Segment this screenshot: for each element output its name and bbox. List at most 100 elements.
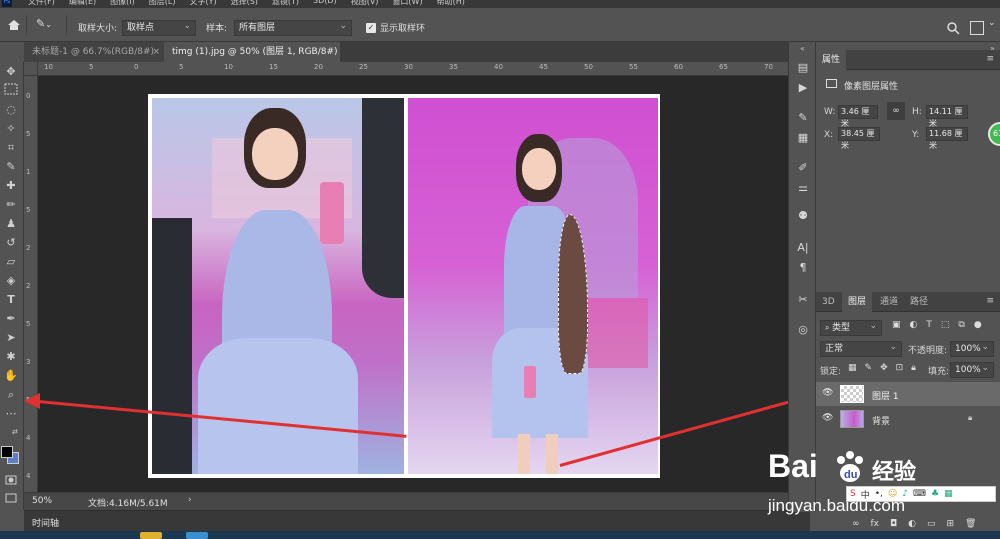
ime-skin-icon[interactable]: ♣ bbox=[931, 489, 939, 499]
ime-emoji-icon[interactable]: ☺ bbox=[888, 489, 897, 499]
menu-item[interactable]: 窗口(W) bbox=[392, 0, 422, 7]
marquee-tool-icon[interactable] bbox=[3, 83, 19, 99]
taskbar-app-icon[interactable] bbox=[186, 532, 208, 539]
brush-settings-icon[interactable]: ⚌ bbox=[795, 180, 811, 196]
swatches-panel-icon[interactable]: ▦ bbox=[795, 130, 811, 146]
menu-item[interactable]: 文件(F) bbox=[28, 0, 55, 7]
ime-punct-icon[interactable]: •, bbox=[875, 489, 883, 499]
eraser-tool-icon[interactable]: ▱ bbox=[3, 254, 19, 270]
clone-stamp-tool-icon[interactable]: ♟ bbox=[3, 216, 19, 232]
tools-preset-icon[interactable]: ✂ bbox=[795, 292, 811, 308]
h-field[interactable]: 14.11 厘米 bbox=[926, 105, 968, 128]
x-field[interactable]: 38.45 厘米 bbox=[838, 127, 880, 150]
panel-menu-icon[interactable]: ≡ bbox=[986, 296, 994, 306]
blend-mode-select[interactable]: 正常 bbox=[820, 340, 902, 357]
brushes-panel-icon[interactable]: ✐ bbox=[795, 160, 811, 176]
filter-adjust-icon[interactable]: ◐ bbox=[910, 320, 918, 330]
taskbar-app-icon[interactable] bbox=[140, 532, 162, 539]
menu-item[interactable]: 图像(I) bbox=[110, 0, 135, 7]
status-badge[interactable]: 63 bbox=[988, 122, 1000, 146]
screen-mode-icon[interactable] bbox=[3, 492, 19, 508]
add-mask-icon[interactable]: ◘ bbox=[890, 519, 897, 529]
foreground-color-swatch[interactable] bbox=[1, 446, 13, 458]
lasso-tool-icon[interactable]: ◌ bbox=[3, 102, 19, 118]
tab-untitled[interactable]: 未标题-1 @ 66.7%(RGB/8#) × bbox=[24, 42, 164, 62]
ime-lang-icon[interactable]: 中 bbox=[861, 488, 870, 501]
menu-item[interactable]: 视图(V) bbox=[351, 0, 379, 7]
paint-bucket-tool-icon[interactable]: ◈ bbox=[3, 273, 19, 289]
adjustment-layer-icon[interactable]: ◐ bbox=[908, 519, 916, 529]
lock-move-icon[interactable]: ✥ bbox=[880, 363, 888, 373]
eyedropper-tool-icon[interactable]: ✎ bbox=[3, 159, 19, 175]
tab-3d[interactable]: 3D bbox=[816, 292, 841, 312]
close-icon[interactable]: × bbox=[152, 42, 160, 62]
paragraph-panel-icon[interactable]: ¶ bbox=[795, 260, 811, 276]
swap-colors-icon[interactable]: ⇄ bbox=[12, 428, 18, 436]
filter-type-icon[interactable]: T bbox=[926, 320, 932, 330]
filter-toggle-icon[interactable]: ● bbox=[974, 320, 982, 330]
menu-item[interactable]: 选择(S) bbox=[231, 0, 258, 7]
filter-smart-icon[interactable]: ⧉ bbox=[958, 320, 964, 330]
fx-icon[interactable]: fx bbox=[871, 519, 880, 529]
filter-shape-icon[interactable]: ⬚ bbox=[941, 320, 950, 330]
link-layers-icon[interactable]: ∞ bbox=[852, 519, 860, 529]
menu-item[interactable]: 帮助(H) bbox=[437, 0, 465, 7]
workspace-chevron-icon[interactable]: ⌄ bbox=[988, 18, 996, 28]
menu-item[interactable]: 图层(L) bbox=[149, 0, 176, 7]
lock-paint-icon[interactable]: ✎ bbox=[865, 363, 873, 373]
move-tool-icon[interactable]: ✥ bbox=[3, 64, 19, 80]
eye-icon[interactable]: 👁︎ bbox=[822, 413, 833, 423]
panel-menu-icon[interactable]: ≡ bbox=[986, 54, 994, 64]
tab-timg[interactable]: timg (1).jpg @ 50% (图层 1, RGB/8#) * × bbox=[164, 42, 340, 77]
crop-tool-icon[interactable]: ⌗ bbox=[3, 140, 19, 156]
lock-transparent-icon[interactable]: ▦ bbox=[848, 363, 857, 373]
new-group-icon[interactable]: ▭ bbox=[927, 519, 936, 529]
ime-tools-icon[interactable]: ▦ bbox=[944, 489, 953, 499]
workspace-icon[interactable] bbox=[970, 21, 984, 35]
tab-layers[interactable]: 图层 bbox=[842, 292, 873, 312]
layer-row-background[interactable]: 👁︎ 背景 🔒︎ bbox=[816, 407, 1000, 431]
quick-mask-icon[interactable] bbox=[3, 474, 19, 490]
character-panel-icon[interactable]: A| bbox=[795, 240, 811, 256]
menu-item[interactable]: 滤镜(T) bbox=[272, 0, 299, 7]
new-layer-icon[interactable]: ⊞ bbox=[947, 519, 955, 529]
tab-properties[interactable]: 属性 bbox=[816, 50, 847, 70]
filter-kind-select[interactable]: ⌕ 类型 bbox=[820, 319, 882, 336]
zoom-level[interactable]: 50% bbox=[32, 496, 52, 506]
brush-tool-icon[interactable]: ✏ bbox=[3, 197, 19, 213]
lock-artboard-icon[interactable]: ⊡ bbox=[896, 363, 904, 373]
zoom-tool-icon[interactable]: ⌕ bbox=[3, 387, 19, 403]
history-brush-tool-icon[interactable]: ↺ bbox=[3, 235, 19, 251]
eyedropper-preset-icon[interactable]: ✎⌄ bbox=[36, 17, 60, 33]
actions-panel-icon[interactable]: ▶ bbox=[795, 80, 811, 96]
filter-pixel-icon[interactable]: ▣ bbox=[892, 320, 901, 330]
adjustments-panel-icon[interactable]: ✎ bbox=[795, 110, 811, 126]
tab-channels[interactable]: 通道 bbox=[874, 292, 904, 312]
home-icon[interactable] bbox=[6, 17, 22, 33]
fill-field[interactable]: 100% bbox=[950, 361, 994, 378]
menu-item[interactable]: 3D(D) bbox=[313, 0, 337, 7]
ime-mic-icon[interactable]: ♪ bbox=[902, 489, 908, 499]
timeline-bar[interactable]: 时间轴 bbox=[24, 510, 810, 531]
history-panel-icon[interactable]: ▤ bbox=[795, 60, 811, 76]
path-selection-tool-icon[interactable]: ➤ bbox=[3, 330, 19, 346]
type-tool-icon[interactable]: T bbox=[3, 292, 19, 308]
menu-item[interactable]: 编辑(E) bbox=[69, 0, 96, 7]
search-icon[interactable] bbox=[946, 21, 960, 35]
link-icon[interactable]: ∞ bbox=[887, 102, 905, 120]
layer-row-layer1[interactable]: 👁︎ 图层 1 bbox=[816, 382, 1000, 406]
shape-tool-icon[interactable]: ✱ bbox=[3, 349, 19, 365]
sample-select[interactable]: 所有图层 bbox=[234, 19, 352, 36]
eye-icon[interactable]: 👁︎ bbox=[822, 388, 833, 398]
hand-tool-icon[interactable]: ✋ bbox=[3, 368, 19, 384]
panel-top-chevron-icon[interactable]: « bbox=[800, 44, 805, 53]
sample-size-select[interactable]: 取样点 bbox=[122, 19, 196, 36]
tab-paths[interactable]: 路径 bbox=[904, 292, 934, 312]
healing-brush-tool-icon[interactable]: ✚ bbox=[3, 178, 19, 194]
lock-all-icon[interactable]: 🔒︎ bbox=[911, 363, 916, 373]
w-field[interactable]: 3.46 厘米 bbox=[838, 105, 878, 128]
y-field[interactable]: 11.68 厘米 bbox=[926, 127, 968, 150]
ime-keyboard-icon[interactable]: ⌨ bbox=[913, 489, 926, 499]
pen-tool-icon[interactable]: ✒ bbox=[3, 311, 19, 327]
eyedropper-small-icon[interactable]: ⋯ bbox=[3, 406, 19, 422]
